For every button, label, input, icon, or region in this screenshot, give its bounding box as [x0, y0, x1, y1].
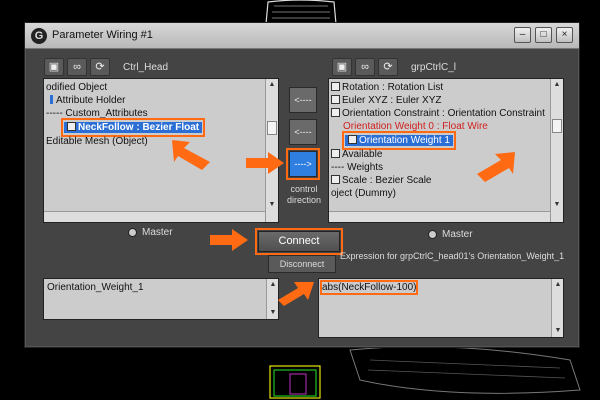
tree-item-label: Scale : Bezier Scale: [342, 175, 432, 186]
right-master-radio[interactable]: Master: [428, 229, 473, 240]
annotation-arrow-connect: [210, 229, 248, 251]
tree-item[interactable]: oject (Dummy): [331, 187, 396, 200]
tree-item[interactable]: ----- Custom_Attributes: [46, 107, 148, 120]
scroll-up-icon[interactable]: ▲: [267, 80, 277, 90]
annotation-arrow-direction: [246, 152, 284, 174]
expression-text: Orientation_Weight_1: [47, 282, 144, 293]
left-pick-node-button[interactable]: ▣: [44, 58, 64, 76]
left-to-right-two-way-button[interactable]: <----: [289, 87, 317, 113]
scroll-thumb[interactable]: [267, 121, 277, 135]
tree-item-label: Orientation Constraint : Orientation Con…: [342, 108, 545, 119]
tree-expander-icon: [50, 95, 53, 104]
expression-text: abs(NeckFollow-100): [319, 280, 419, 295]
folder-icon: ▣: [48, 61, 60, 73]
left-master-radio[interactable]: Master: [128, 227, 173, 238]
tree-item[interactable]: Scale : Bezier Scale: [331, 174, 432, 187]
radio-label: Master: [442, 229, 473, 240]
scroll-thumb[interactable]: [552, 119, 562, 133]
right-expression-scrollbar[interactable]: ▲ ▼: [551, 279, 563, 337]
title-bar: G Parameter Wiring #1 – □ ×: [25, 23, 579, 49]
right-refresh-button[interactable]: ⟳: [378, 58, 398, 76]
radio-icon: [128, 228, 137, 237]
scroll-down-icon[interactable]: ▼: [553, 326, 563, 336]
close-button[interactable]: ×: [556, 27, 573, 43]
controller-icon: [331, 95, 340, 104]
right-node-name: grpCtrlC_l: [411, 62, 457, 73]
tree-item-label: Euler XYZ : Euler XYZ: [342, 95, 442, 106]
minimize-button[interactable]: –: [514, 27, 531, 43]
annotation-arrow-right-tree: [477, 152, 515, 182]
right-expression-field[interactable]: abs(NeckFollow-100) ▲ ▼: [318, 278, 564, 338]
tree-item[interactable]: Euler XYZ : Euler XYZ: [331, 94, 441, 107]
tree-item-wired[interactable]: Orientation Weight 0 : Float Wire: [343, 120, 488, 133]
right-parameter-tree[interactable]: Rotation : Rotation List Euler XYZ : Eul…: [328, 78, 564, 223]
right-tree-hscrollbar[interactable]: [329, 211, 550, 222]
controller-icon: [331, 175, 340, 184]
left-parameter-tree[interactable]: odified Object Attribute Holder ----- Cu…: [43, 78, 279, 223]
radio-label: Master: [142, 227, 173, 238]
controller-icon: [331, 108, 340, 117]
left-expression-field[interactable]: Orientation_Weight_1 ▲ ▼: [43, 278, 279, 320]
right-to-left-button[interactable]: <----: [289, 119, 317, 145]
tree-item[interactable]: odified Object: [46, 81, 107, 94]
scroll-down-icon[interactable]: ▼: [552, 200, 562, 210]
left-refresh-button[interactable]: ⟳: [90, 58, 110, 76]
connect-button[interactable]: Connect: [255, 228, 343, 255]
right-tree-scrollbar[interactable]: ▲ ▼: [550, 79, 563, 222]
window-title: Parameter Wiring #1: [52, 29, 153, 41]
radio-icon: [428, 230, 437, 239]
folder-icon: ▣: [336, 61, 348, 73]
tree-item-selected[interactable]: Orientation Weight 1: [342, 131, 456, 150]
parameter-icon: [67, 122, 76, 131]
maximize-button[interactable]: □: [535, 27, 552, 43]
controller-icon: [331, 82, 340, 91]
tree-item[interactable]: ---- Weights: [331, 161, 383, 174]
binoculars-icon: ∞: [361, 61, 369, 73]
scroll-down-icon[interactable]: ▼: [267, 200, 277, 210]
binoculars-icon: ∞: [73, 61, 81, 73]
right-pick-node-button[interactable]: ▣: [332, 58, 352, 76]
right-find-button[interactable]: ∞: [355, 58, 375, 76]
viewport-wireframe-bottom: [269, 346, 581, 399]
tree-item[interactable]: Available: [331, 148, 382, 161]
scroll-up-icon[interactable]: ▲: [552, 80, 562, 90]
refresh-icon: ⟳: [383, 61, 393, 73]
tree-item[interactable]: Rotation : Rotation List: [331, 81, 443, 94]
tree-item[interactable]: Orientation Constraint : Orientation Con…: [331, 107, 545, 120]
left-node-name: Ctrl_Head: [123, 62, 169, 73]
controller-icon: [331, 149, 340, 158]
tree-item-label: Rotation : Rotation List: [342, 82, 444, 93]
disconnect-button[interactable]: Disconnect: [268, 255, 336, 273]
window-controls: – □ ×: [514, 27, 573, 43]
tree-item-selected[interactable]: NeckFollow : Bezier Float: [60, 118, 206, 137]
left-tree-scrollbar[interactable]: ▲ ▼: [265, 79, 278, 222]
left-find-button[interactable]: ∞: [67, 58, 87, 76]
tree-item-label: Attribute Holder: [56, 95, 126, 106]
tree-item[interactable]: Editable Mesh (Object): [46, 135, 148, 148]
annotation-arrow-expression: [278, 282, 314, 306]
tree-item-label: NeckFollow : Bezier Float: [78, 122, 200, 133]
left-tree-hscrollbar[interactable]: [44, 211, 265, 222]
tree-item-label: Available: [342, 149, 383, 160]
control-direction-label: control direction: [286, 184, 322, 205]
scroll-up-icon[interactable]: ▲: [553, 280, 563, 290]
tree-item[interactable]: Attribute Holder: [50, 94, 125, 107]
parameter-icon: [348, 135, 357, 144]
scroll-down-icon[interactable]: ▼: [268, 308, 278, 318]
refresh-icon: ⟳: [95, 61, 105, 73]
tree-item-label: Orientation Weight 1: [359, 135, 450, 146]
expression-label: Expression for grpCtrlC_head01's Orienta…: [340, 251, 565, 261]
app-logo-icon: G: [31, 28, 47, 44]
left-to-right-button[interactable]: ---->: [286, 148, 320, 180]
annotation-arrow-left-tree: [172, 140, 210, 170]
